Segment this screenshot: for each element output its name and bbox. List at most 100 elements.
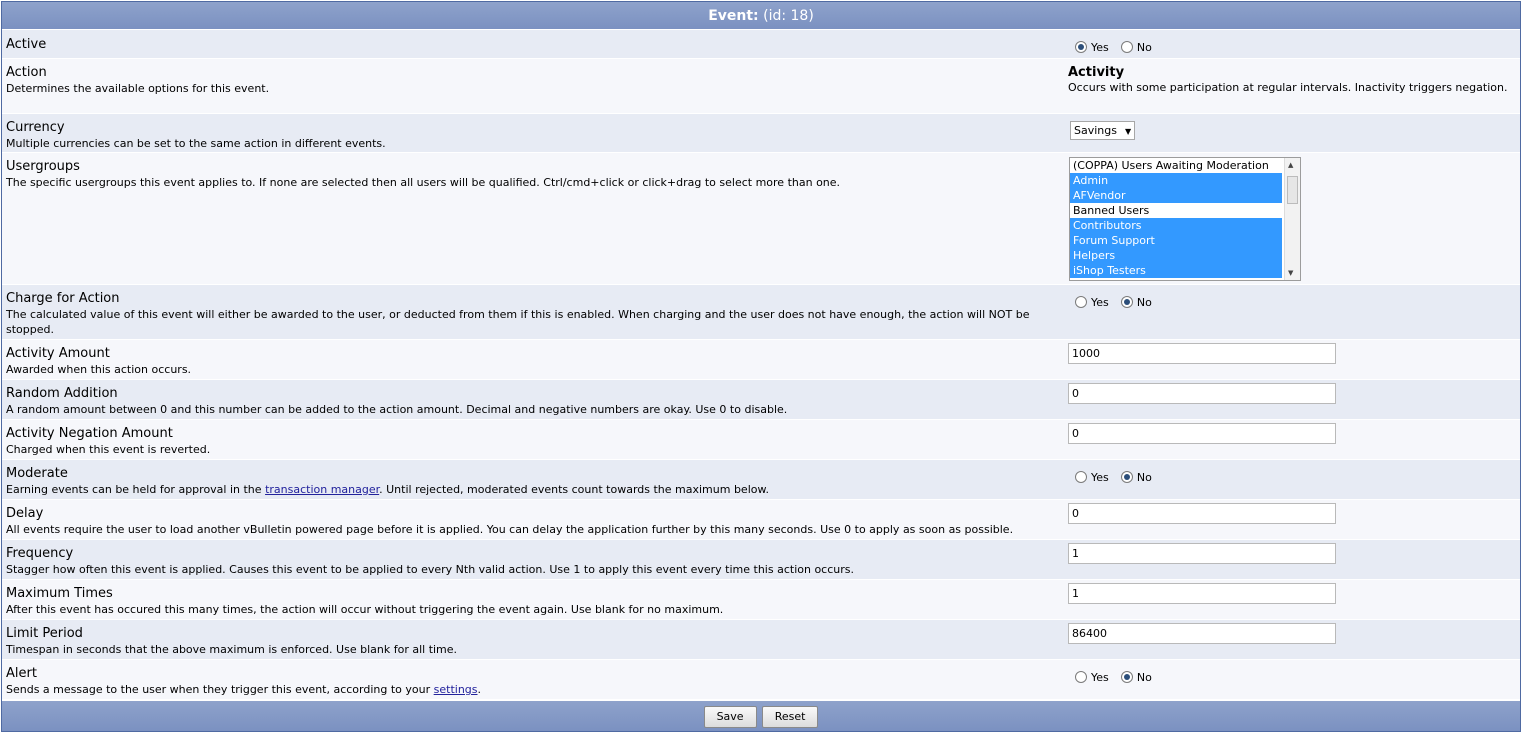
row-description: Earning events can be held for approval … xyxy=(6,482,1056,497)
row-description: A random amount between 0 and this numbe… xyxy=(6,403,788,416)
description-text: Earning events can be held for approval … xyxy=(6,483,266,496)
moderate-yes-radio[interactable]: Yes xyxy=(1074,471,1109,484)
row-title: Random Addition xyxy=(6,386,118,401)
usergroups-listbox[interactable]: (COPPA) Users Awaiting Moderation Admin AF… xyxy=(1069,157,1301,281)
description-text: . xyxy=(477,683,482,696)
row-title: Action xyxy=(6,65,47,80)
row-description: All events require the user to load anot… xyxy=(6,523,1014,536)
row-random-addition: Random Addition A random amount between … xyxy=(2,379,1520,419)
maximum-times-input[interactable]: 1 xyxy=(1068,583,1336,604)
row-maximum-times: Maximum Times After this event has occur… xyxy=(2,579,1520,619)
row-title: Limit Period xyxy=(6,626,83,641)
currency-select[interactable]: Savings ▼ xyxy=(1070,121,1136,140)
radio-checked-icon xyxy=(1120,671,1133,683)
form-title: Event: xyxy=(708,8,759,24)
alert-yes-radio[interactable]: Yes xyxy=(1074,671,1109,684)
activity-amount-input[interactable]: 1000 xyxy=(1068,343,1336,364)
form-footer: Save Reset xyxy=(2,701,1520,731)
usergroup-option[interactable]: AFVendor xyxy=(1070,188,1282,203)
radio-label: Yes xyxy=(1091,470,1109,484)
settings-link[interactable]: settings xyxy=(434,683,478,696)
radio-checked-icon xyxy=(1075,41,1087,53)
description-text: Sends a message to the user when they tr… xyxy=(6,683,434,696)
moderate-no-radio[interactable]: No xyxy=(1120,471,1152,484)
radio-label: No xyxy=(1136,670,1152,684)
row-usergroups: Usergroups The specific usergroups this … xyxy=(2,152,1520,284)
alert-no-radio[interactable]: No xyxy=(1120,671,1152,684)
radio-label: No xyxy=(1136,40,1152,54)
row-title: Delay xyxy=(6,506,44,521)
row-description: Awarded when this action occurs. xyxy=(6,363,192,376)
usergroup-option[interactable]: Forum Support xyxy=(1070,233,1282,248)
save-button[interactable]: Save xyxy=(703,706,757,728)
scrollbar[interactable]: ▲ ▼ xyxy=(1284,158,1300,280)
random-addition-input[interactable]: 0 xyxy=(1068,383,1336,404)
row-moderate: Moderate Earning events can be held for … xyxy=(2,459,1520,499)
event-form: Event: (id: 18) Active Yes No Action Det… xyxy=(1,1,1521,732)
radio-unchecked-icon xyxy=(1075,296,1087,308)
usergroup-option[interactable]: (COPPA) Users Awaiting Moderation xyxy=(1070,158,1282,173)
row-limit-period: Limit Period Timespan in seconds that th… xyxy=(2,619,1520,659)
usergroup-option[interactable]: Banned Users xyxy=(1070,203,1282,218)
row-currency: Currency Multiple currencies can be set … xyxy=(2,113,1520,152)
row-charge: Charge for Action The calculated value o… xyxy=(2,284,1520,339)
row-description: Stagger how often this event is applied.… xyxy=(6,563,854,576)
radio-label: Yes xyxy=(1091,295,1109,309)
row-action: Action Determines the available options … xyxy=(2,58,1520,113)
row-title: Charge for Action xyxy=(6,291,120,306)
row-active: Active Yes No xyxy=(2,29,1520,58)
delay-input[interactable]: 0 xyxy=(1068,503,1336,524)
row-title: Usergroups xyxy=(6,159,80,174)
row-title: Activity Amount xyxy=(6,346,110,361)
limit-period-input[interactable]: 86400 xyxy=(1068,623,1336,644)
action-value-description: Occurs with some participation at regula… xyxy=(1068,81,1508,94)
row-frequency: Frequency Stagger how often this event i… xyxy=(2,539,1520,579)
row-alert: Alert Sends a message to the user when t… xyxy=(2,659,1520,699)
row-title: Activity Negation Amount xyxy=(6,426,173,441)
row-title: Active xyxy=(6,37,47,52)
frequency-input[interactable]: 1 xyxy=(1068,543,1336,564)
usergroup-option[interactable]: Admin xyxy=(1070,173,1282,188)
active-no-radio[interactable]: No xyxy=(1120,41,1152,54)
row-description: Timespan in seconds that the above maxim… xyxy=(6,643,458,656)
radio-unchecked-icon xyxy=(1075,671,1087,683)
event-id: (id: 18) xyxy=(763,8,814,24)
active-yes-radio[interactable]: Yes xyxy=(1074,41,1109,54)
chevron-down-icon: ▼ xyxy=(1124,127,1132,136)
row-description: Multiple currencies can be set to the sa… xyxy=(6,137,386,150)
row-description: Sends a message to the user when they tr… xyxy=(6,682,1056,697)
row-delay: Delay All events require the user to loa… xyxy=(2,499,1520,539)
scroll-down-icon[interactable]: ▼ xyxy=(1288,269,1293,277)
row-description: The calculated value of this event will … xyxy=(6,308,1030,336)
radio-label: No xyxy=(1136,295,1152,309)
row-description: Determines the available options for thi… xyxy=(6,82,270,95)
transaction-manager-link[interactable]: transaction manager xyxy=(265,483,379,496)
usergroup-option[interactable]: iShop Testers xyxy=(1070,263,1282,278)
radio-checked-icon xyxy=(1120,471,1133,483)
row-title: Frequency xyxy=(6,546,74,561)
row-description: The specific usergroups this event appli… xyxy=(6,176,841,189)
radio-checked-icon xyxy=(1120,296,1133,308)
charge-no-radio[interactable]: No xyxy=(1120,296,1152,309)
usergroup-option[interactable]: Helpers xyxy=(1070,248,1282,263)
row-title: Currency xyxy=(6,120,65,135)
description-text: . Until rejected, moderated events count… xyxy=(379,483,769,496)
radio-unchecked-icon xyxy=(1120,41,1133,53)
scroll-thumb[interactable] xyxy=(1287,176,1298,204)
row-description: Charged when this event is reverted. xyxy=(6,443,211,456)
negation-amount-input[interactable]: 0 xyxy=(1068,423,1336,444)
currency-selected: Savings xyxy=(1074,124,1117,137)
usergroup-option[interactable]: Contributors xyxy=(1070,218,1282,233)
reset-button[interactable]: Reset xyxy=(761,706,819,728)
scroll-up-icon[interactable]: ▲ xyxy=(1288,161,1293,169)
radio-label: Yes xyxy=(1091,670,1109,684)
charge-yes-radio[interactable]: Yes xyxy=(1074,296,1109,309)
action-value-title: Activity xyxy=(1068,65,1125,80)
row-title: Alert xyxy=(6,666,37,681)
form-header: Event: (id: 18) xyxy=(2,2,1520,29)
row-activity-amount: Activity Amount Awarded when this action… xyxy=(2,339,1520,379)
row-title: Moderate xyxy=(6,466,68,481)
row-title: Maximum Times xyxy=(6,586,113,601)
row-description: After this event has occured this many t… xyxy=(6,603,724,616)
radio-unchecked-icon xyxy=(1075,471,1087,483)
